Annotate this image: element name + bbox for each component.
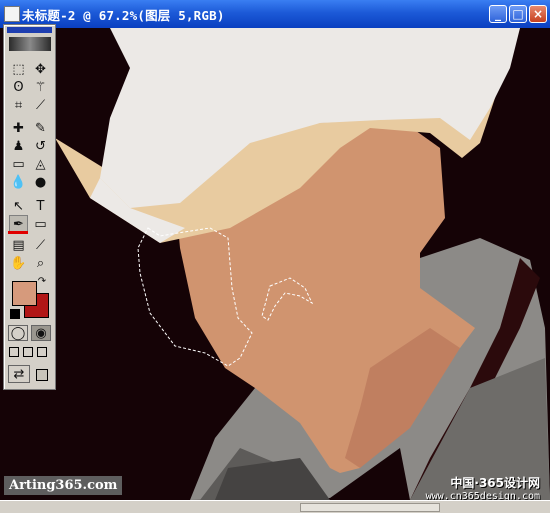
slice-icon[interactable]: ⟋	[31, 96, 50, 114]
artwork	[55, 28, 550, 500]
history-brush-icon[interactable]: ↺	[31, 137, 50, 155]
eyedropper-icon[interactable]: ⟋	[31, 236, 50, 254]
watermark-cn365design: 中国·365设计网 www.cn365design.com	[426, 474, 540, 502]
minimize-button[interactable]: _	[489, 5, 507, 23]
screen-mode-full-icon[interactable]	[37, 347, 47, 357]
paint-bucket-icon[interactable]: ◬	[31, 155, 50, 173]
screen-mode-standard-icon[interactable]	[9, 347, 19, 357]
notes-icon[interactable]: ▤	[9, 236, 28, 254]
hand-icon[interactable]: ✋	[9, 254, 28, 272]
move-icon[interactable]: ✥	[31, 60, 50, 78]
scrollbar-thumb[interactable]	[300, 503, 440, 512]
foreground-color-swatch[interactable]	[12, 281, 37, 306]
lasso-icon[interactable]: ʘ	[9, 78, 28, 96]
watermark-arting365: Arting365.com	[4, 476, 123, 495]
marquee-icon[interactable]: ⬚	[9, 60, 28, 78]
maximize-button[interactable]: □	[509, 5, 527, 23]
jump-to-icon[interactable]	[36, 369, 48, 381]
brush-icon[interactable]: ✎	[31, 119, 50, 137]
horizontal-scrollbar[interactable]	[0, 500, 550, 513]
active-tool-indicator	[8, 231, 28, 234]
dodge-icon[interactable]: ●	[31, 173, 50, 191]
photoshop-logo[interactable]	[9, 37, 51, 51]
tools-palette: ⬚ ✥ ʘ ⚚ ⌗ ⟋ ✚ ✎ ♟ ↺ ▭ ◬ 💧 ● ↖ T ✒ ▭ ▤ ⟋ …	[3, 24, 56, 390]
quick-mask-mode-icon[interactable]: ◉	[31, 325, 51, 341]
document-icon	[4, 6, 20, 22]
healing-brush-icon[interactable]: ✚	[9, 119, 28, 137]
blur-icon[interactable]: 💧	[9, 173, 28, 191]
palette-title-bar[interactable]	[7, 27, 52, 33]
close-button[interactable]: ×	[529, 5, 547, 23]
screen-mode-full-menu-icon[interactable]	[23, 347, 33, 357]
title-bar: 未标题-2 @ 67.2%(图层 5,RGB) _ □ ×	[0, 0, 550, 28]
document-canvas[interactable]	[0, 28, 550, 500]
clone-stamp-icon[interactable]: ♟	[9, 137, 28, 155]
jump-to-imageready-icon[interactable]: ⇄	[8, 365, 30, 383]
watermark-cn-text: 中国·365设计网	[450, 476, 540, 490]
default-colors-icon[interactable]	[10, 309, 20, 319]
path-selection-icon[interactable]: ↖	[9, 197, 28, 215]
window-title: 未标题-2 @ 67.2%(图层 5,RGB)	[22, 8, 225, 23]
magic-wand-icon[interactable]: ⚚	[31, 78, 50, 96]
type-icon[interactable]: T	[31, 197, 50, 215]
swap-colors-icon[interactable]: ↷	[35, 275, 49, 287]
rectangle-shape-icon[interactable]: ▭	[31, 215, 50, 233]
crop-icon[interactable]: ⌗	[9, 96, 28, 114]
standard-mode-icon[interactable]: ◯	[8, 325, 28, 341]
zoom-icon[interactable]: ⌕	[31, 254, 50, 272]
eraser-icon[interactable]: ▭	[9, 155, 28, 173]
